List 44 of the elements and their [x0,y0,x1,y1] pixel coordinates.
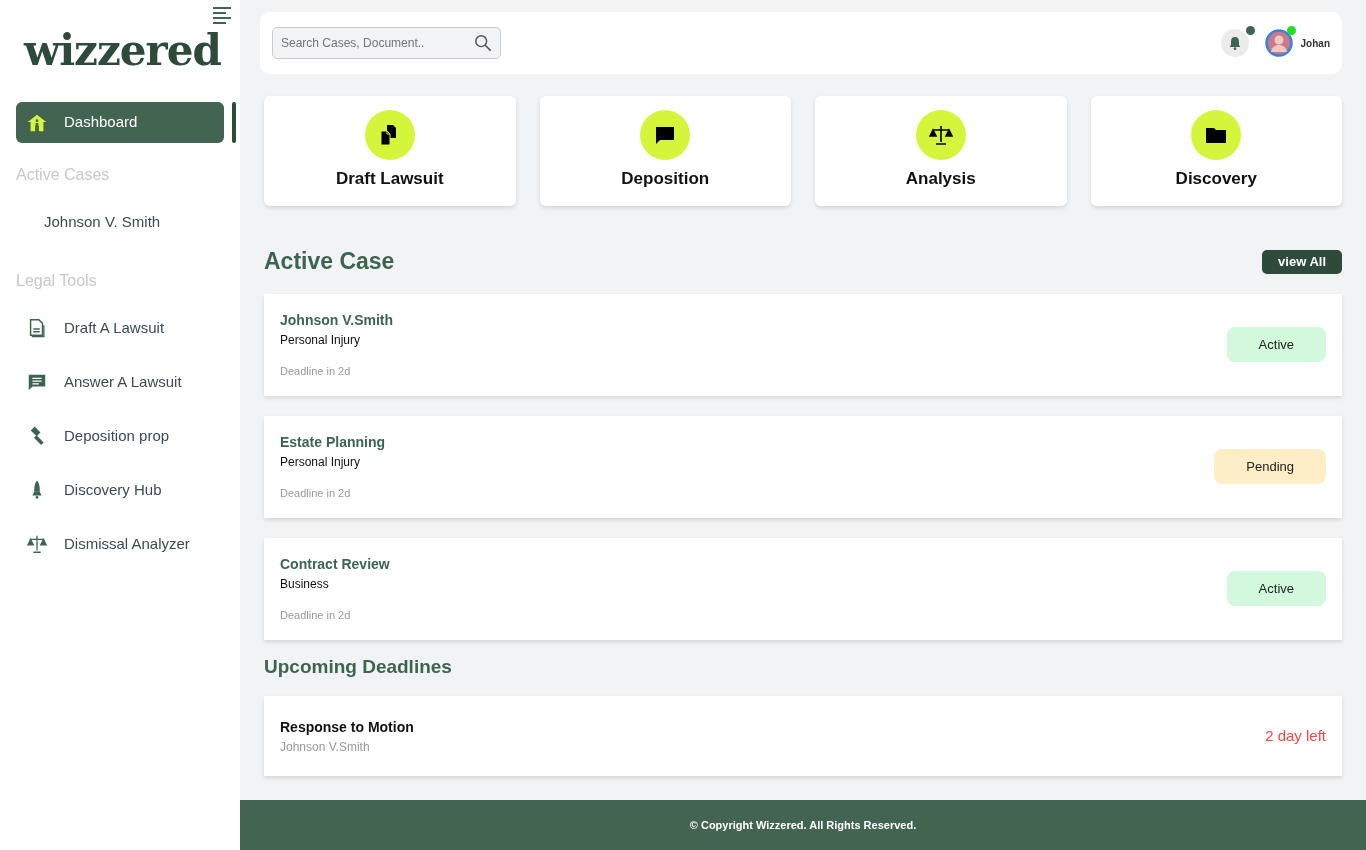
tool-card[interactable]: Discovery [1090,96,1342,206]
case-card[interactable]: Johnson V.Smith Personal Injury Deadline in 2d Active [264,293,1342,396]
deadline-text: Deadline in 2d [280,607,352,623]
status-badge: Pending [1214,448,1326,485]
active-indicator [232,102,236,143]
case-name: Estate Planning [280,432,386,452]
case-card[interactable]: Estate Planning Personal Injury Deadline in 2d Pending [264,415,1342,518]
status-badge: Active [1226,570,1326,607]
footer-text: © Copyright Wizzered. All Rights Reserved. [240,800,1366,850]
user-name: Johan [1300,36,1330,51]
tool-card[interactable]: Analysis [815,96,1067,206]
notification-button[interactable] [1220,29,1249,57]
case-card[interactable]: Contract Review Business Deadline in 2d Active [264,537,1342,640]
case-name: Johnson V.Smith [280,310,394,330]
tool-card[interactable]: Draft Lawsuit [264,96,516,206]
search-icon[interactable] [474,34,492,52]
avatar[interactable] [1264,29,1293,57]
deadline-text: Deadline in 2d [280,363,352,379]
nav-item[interactable]: Dashboard [16,102,224,143]
case-name: Johnson V.Smith [280,738,371,756]
nav-item[interactable]: Discovery Hub [16,463,224,517]
nav-item[interactable]: Draft A Lawsuit [16,301,224,355]
menu-icon[interactable] [212,6,232,24]
deadline-card[interactable]: Response to Motion Johnson V.Smith 2 day left [264,696,1342,777]
time-remaining: 2 day left [1265,726,1326,747]
case-type: Business [280,575,330,593]
status-badge: Active [1226,326,1326,363]
search-field[interactable]: Search Cases, Document.. [272,27,501,59]
case-type: Personal Injury [280,453,362,471]
nav-item[interactable]: Dismissal Analyzer [16,517,224,571]
case-name: Contract Review [280,554,390,574]
case-type: Personal Injury [280,331,362,349]
nav-item[interactable]: Deposition prop [16,409,224,463]
logo: wizzered [24,30,222,72]
view-all-button[interactable]: view All [1262,250,1342,274]
nav-item[interactable]: Johnson V. Smith [16,195,224,249]
tool-card[interactable]: Deposition [539,96,791,206]
section-heading: Active Case [264,248,395,276]
scales-icon [26,533,48,555]
scales-icon [928,123,953,148]
nav-item[interactable]: Answer A Lawsuit [16,355,224,409]
deadline-text: Deadline in 2d [280,485,352,501]
deadline-title: Response to Motion [280,717,414,737]
section-heading: Upcoming Deadlines [264,655,453,679]
